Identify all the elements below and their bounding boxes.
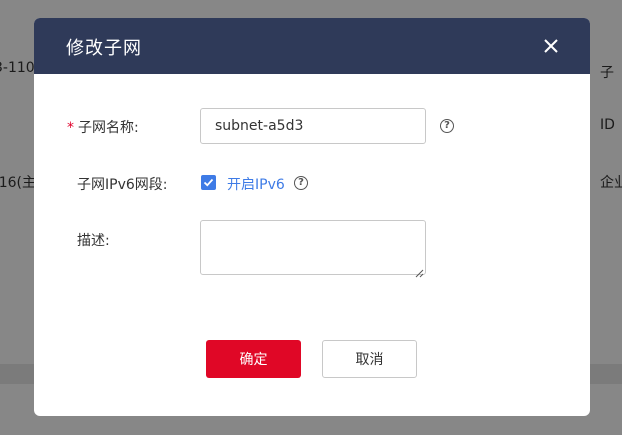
enable-ipv6-checkbox[interactable]	[201, 175, 216, 190]
subnet-name-input[interactable]	[200, 108, 426, 144]
description-row: 描述:	[34, 220, 590, 278]
help-icon[interactable]: ?	[294, 176, 308, 190]
required-mark: *	[67, 120, 74, 136]
close-icon[interactable]	[542, 37, 560, 55]
resize-grip-icon[interactable]	[414, 263, 424, 278]
edit-subnet-dialog: 修改子网 *子网名称: ? 子网IPv6网段: 开启IPv6 ? 描述:	[34, 18, 590, 416]
description-label: 描述:	[77, 233, 110, 249]
help-icon[interactable]: ?	[440, 119, 454, 133]
dialog-header: 修改子网	[34, 18, 590, 74]
subnet-name-label-text: 子网名称:	[78, 120, 139, 136]
checkmark-icon	[203, 178, 214, 187]
description-textarea[interactable]	[200, 220, 426, 275]
confirm-button[interactable]: 确定	[206, 340, 301, 378]
subnet-ipv6-row: 子网IPv6网段: 开启IPv6 ?	[34, 173, 590, 193]
dialog-title: 修改子网	[66, 38, 142, 59]
subnet-ipv6-label: 子网IPv6网段:	[77, 177, 168, 193]
enable-ipv6-label[interactable]: 开启IPv6	[227, 174, 285, 194]
cancel-button[interactable]: 取消	[322, 340, 417, 378]
subnet-name-label: * 子网名称:	[67, 117, 139, 137]
subnet-name-row: *子网名称: ?	[34, 108, 590, 144]
